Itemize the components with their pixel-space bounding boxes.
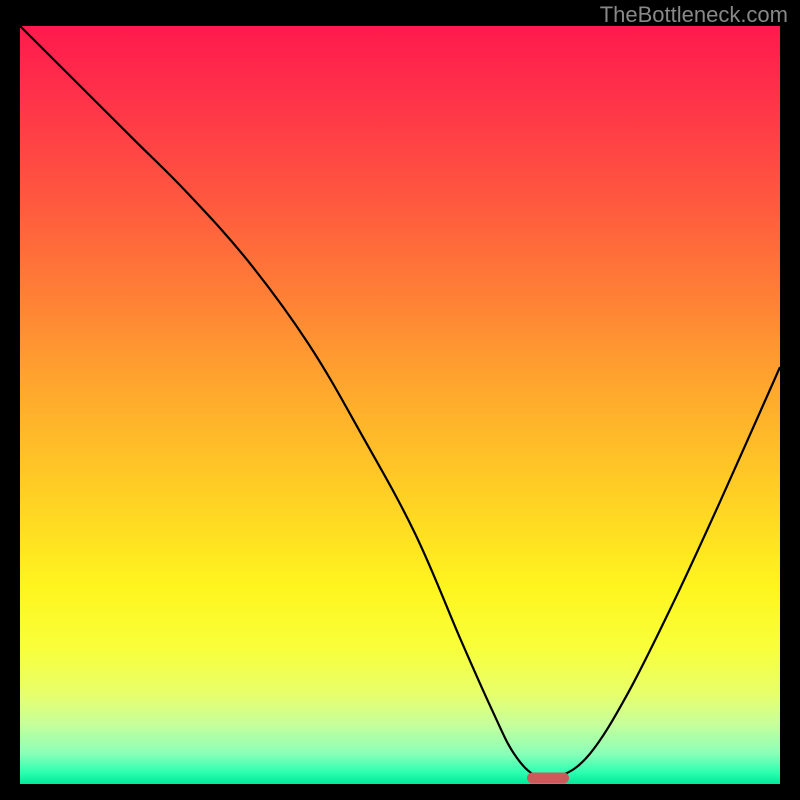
attribution-text: TheBottleneck.com [600,2,788,28]
bottleneck-curve-path [20,26,780,779]
optimal-point-marker [527,772,569,783]
chart-plot-area [20,26,780,784]
bottleneck-curve-svg [20,26,780,784]
